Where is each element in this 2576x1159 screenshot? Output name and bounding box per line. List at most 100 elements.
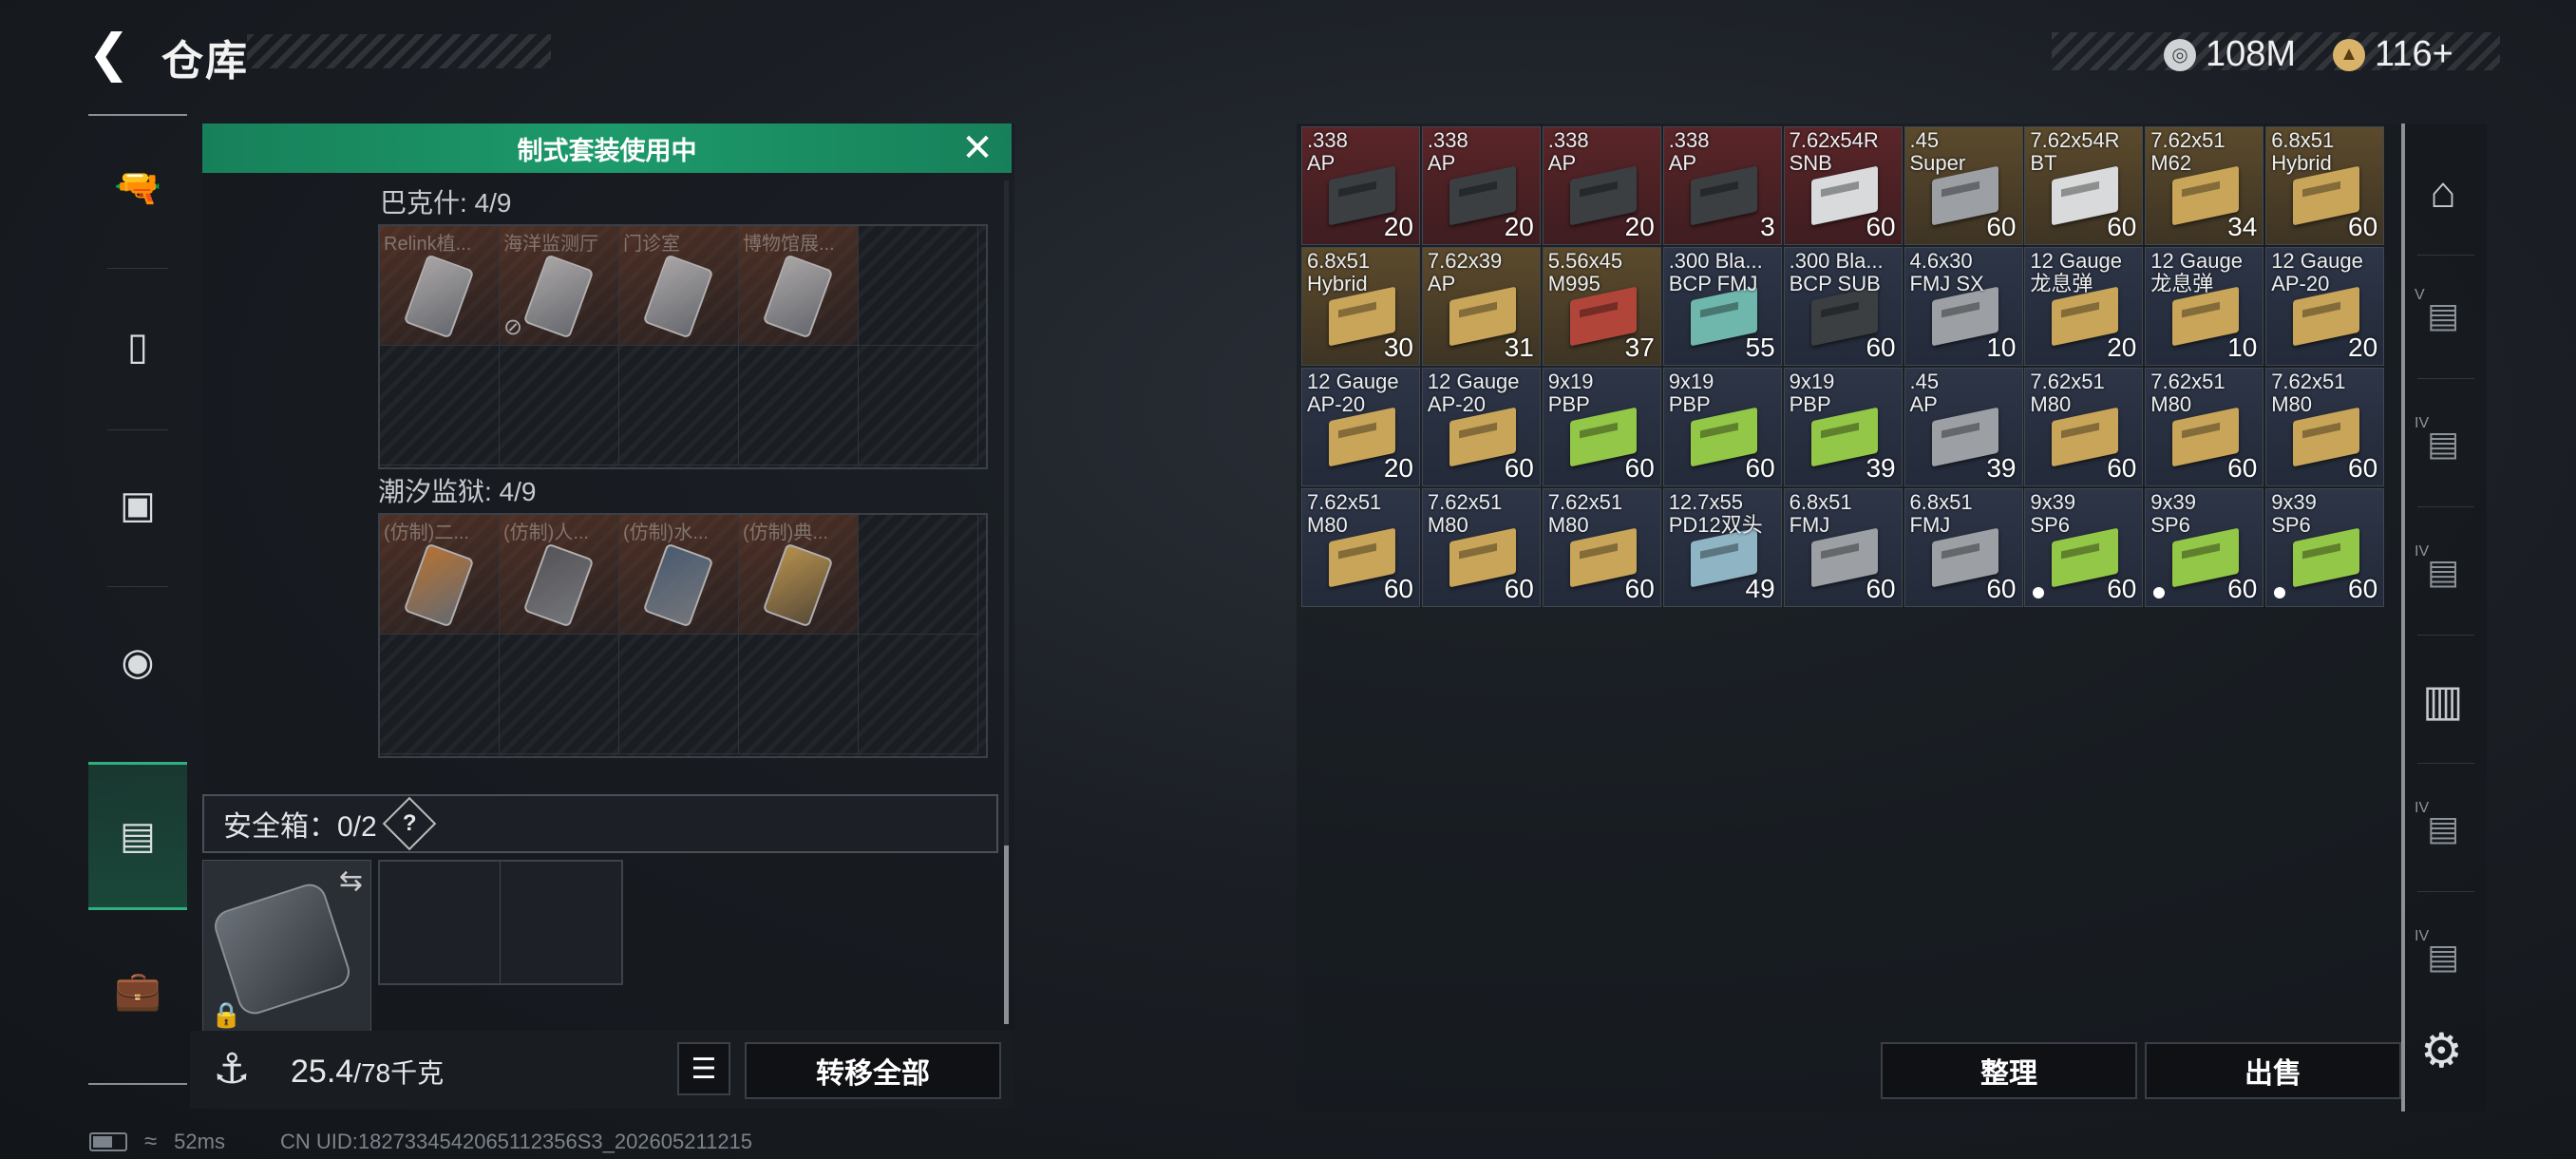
keycard-slot[interactable]: (仿制)人... (500, 515, 619, 635)
empty-slot[interactable] (739, 346, 859, 466)
ammo-item[interactable]: 5.56x45 M995 37 (1542, 247, 1661, 366)
keycard-slot[interactable]: 门诊室 (619, 226, 739, 346)
case-glyph: ▤ (2426, 552, 2459, 591)
empty-slot[interactable] (859, 346, 978, 466)
case-tier-iv-icon[interactable]: IV ▤ (2413, 798, 2473, 859)
scrollbar-thumb[interactable] (1004, 846, 1009, 1024)
case-tier-iv-icon[interactable]: IV ▤ (2413, 542, 2473, 602)
back-arrow-icon[interactable]: ❮ (87, 27, 135, 80)
keycard-slot[interactable]: 博物馆展... (739, 226, 859, 346)
empty-slot[interactable] (739, 635, 859, 754)
wifi-icon: ≈ (144, 1129, 158, 1154)
ammo-quantity: 60 (1383, 574, 1413, 603)
sell-button[interactable]: 出售 (2145, 1042, 2401, 1099)
nav-backpack-icon[interactable]: ▣ (88, 434, 187, 577)
ammo-quantity: 60 (1504, 453, 1534, 483)
nav-gun-icon[interactable]: 🔫 (88, 116, 187, 258)
safe-box-item[interactable]: ⇆ 🔒 (202, 860, 371, 1033)
ammo-quantity: 60 (2348, 453, 2378, 483)
ammo-item[interactable]: 7.62x39 AP 31 (1421, 247, 1541, 366)
ammo-item[interactable]: 7.62x51 M80 60 (2265, 368, 2385, 486)
empty-slot[interactable] (619, 346, 739, 466)
swap-icon[interactable]: ⇆ (339, 864, 363, 898)
ammo-quantity: 34 (2227, 212, 2258, 241)
empty-slot[interactable] (859, 226, 978, 346)
safe-box-header: 安全箱：0/2 ? (202, 794, 998, 853)
ammo-item[interactable]: 12 Gauge 龙息弹 10 (2145, 247, 2264, 366)
empty-slot[interactable] (859, 635, 978, 754)
ammo-item[interactable]: 6.8x51 Hybrid 30 (1301, 247, 1420, 366)
ammo-item[interactable]: 9x39 SP6 60 (2145, 488, 2264, 607)
empty-slot[interactable] (380, 346, 500, 466)
ammo-item[interactable]: 9x19 PBP 39 (1783, 368, 1903, 486)
helmet-side-icon[interactable]: ⌂ (2413, 162, 2473, 222)
ammo-item[interactable]: .300 Bla... BCP SUB 60 (1783, 247, 1903, 366)
ammo-item[interactable]: 7.62x51 M62 34 (2145, 126, 2264, 245)
ammo-item[interactable]: 9x19 PBP 60 (1662, 368, 1782, 486)
case-glyph: ▤ (2426, 295, 2459, 334)
gear-icon[interactable]: ⚙ (2420, 1023, 2463, 1078)
ammo-item[interactable]: 12 Gauge AP-20 20 (1301, 368, 1420, 486)
empty-slot[interactable] (500, 635, 619, 754)
ammo-item[interactable]: 7.62x54R BT 60 (2024, 126, 2144, 245)
close-icon[interactable]: ✕ (957, 127, 998, 169)
ammo-item[interactable]: .45 AP 39 (1904, 368, 2023, 486)
nav-toolbox-icon[interactable]: 💼 (88, 919, 187, 1061)
empty-slot[interactable] (859, 515, 978, 635)
ammo-item[interactable]: 7.62x51 M80 60 (2024, 368, 2144, 486)
ammo-item[interactable]: .338 AP 20 (1301, 126, 1420, 245)
ammo-item[interactable]: 7.62x51 M80 60 (2145, 368, 2264, 486)
ammo-item[interactable]: 9x39 SP6 60 (2024, 488, 2144, 607)
ammo-quantity: 60 (2227, 453, 2258, 483)
keycard-slot[interactable]: (仿制)水... (619, 515, 739, 635)
keycard-label: 海洋监测厅 (503, 234, 598, 255)
help-icon[interactable]: ? (382, 796, 437, 851)
folder-stack-icon[interactable]: ▥ (2413, 670, 2473, 731)
keycard-slot[interactable]: (仿制)典... (739, 515, 859, 635)
keycard-grid: Relink植... 海洋监测厅 ⊘ 门诊室 博物馆展... (378, 224, 988, 469)
ammo-quantity: 10 (2227, 332, 2258, 362)
ammo-item[interactable]: .300 Bla... BCP FMJ 55 (1662, 247, 1782, 366)
ammo-item[interactable]: .338 AP 20 (1421, 126, 1541, 245)
ammo-item[interactable]: .45 Super 60 (1904, 126, 2023, 245)
ammo-item[interactable]: 9x19 PBP 60 (1542, 368, 1661, 486)
ammo-item[interactable]: 12 Gauge 龙息弹 20 (2024, 247, 2144, 366)
empty-slot[interactable] (380, 635, 500, 754)
empty-slot[interactable] (500, 346, 619, 466)
ammo-item[interactable]: 7.62x54R SNB 60 (1783, 126, 1903, 245)
sidebar-divider (2417, 763, 2474, 764)
ammo-name: 7.62x51 M62 (2150, 128, 2226, 175)
keycard-label: Relink植... (384, 234, 472, 255)
ammo-item[interactable]: 7.62x51 M80 60 (1542, 488, 1661, 607)
case-tier-iv-icon[interactable]: IV ▤ (2413, 926, 2473, 987)
keycard-slot[interactable]: 海洋监测厅 ⊘ (500, 226, 619, 346)
ammo-item[interactable]: 7.62x51 M80 60 (1421, 488, 1541, 607)
keycard-slot[interactable]: Relink植... (380, 226, 500, 346)
ammo-item[interactable]: 12.7x55 PD12双头 49 (1662, 488, 1782, 607)
case-tier-iv-icon[interactable]: IV ▤ (2413, 413, 2473, 474)
empty-slot[interactable] (619, 635, 739, 754)
ammo-item[interactable]: .338 AP 3 (1662, 126, 1782, 245)
nav-container-icon[interactable]: ▤ (88, 762, 187, 910)
keycard-slot[interactable]: (仿制)二... (380, 515, 500, 635)
ammo-item[interactable]: .338 AP 20 (1542, 126, 1661, 245)
ammo-item[interactable]: 9x39 SP6 60 (2265, 488, 2385, 607)
ammo-name: 7.62x51 M80 (1307, 490, 1382, 537)
ammo-item[interactable]: 12 Gauge AP-20 60 (1421, 368, 1541, 486)
ammo-quantity: 20 (2107, 332, 2137, 362)
ammo-item[interactable]: 6.8x51 Hybrid 60 (2265, 126, 2385, 245)
transfer-all-button[interactable]: 转移全部 (745, 1042, 1001, 1099)
ammo-quantity: 31 (1504, 332, 1534, 362)
empty-slot[interactable] (501, 862, 620, 983)
case-tier-v-icon[interactable]: V ▤ (2413, 285, 2473, 346)
ammo-item[interactable]: 4.6x30 FMJ SX 10 (1904, 247, 2023, 366)
list-view-icon[interactable]: ☰ (677, 1042, 730, 1095)
ammo-item[interactable]: 12 Gauge AP-20 20 (2265, 247, 2385, 366)
ammo-item[interactable]: 6.8x51 FMJ 60 (1783, 488, 1903, 607)
ammo-item[interactable]: 6.8x51 FMJ 60 (1904, 488, 2023, 607)
empty-slot[interactable] (380, 862, 501, 983)
nav-vest-icon[interactable]: ▯ (88, 276, 187, 418)
sort-button[interactable]: 整理 (1881, 1042, 2137, 1099)
ammo-item[interactable]: 7.62x51 M80 60 (1301, 488, 1420, 607)
nav-helmet-icon[interactable]: ◉ (88, 591, 187, 733)
